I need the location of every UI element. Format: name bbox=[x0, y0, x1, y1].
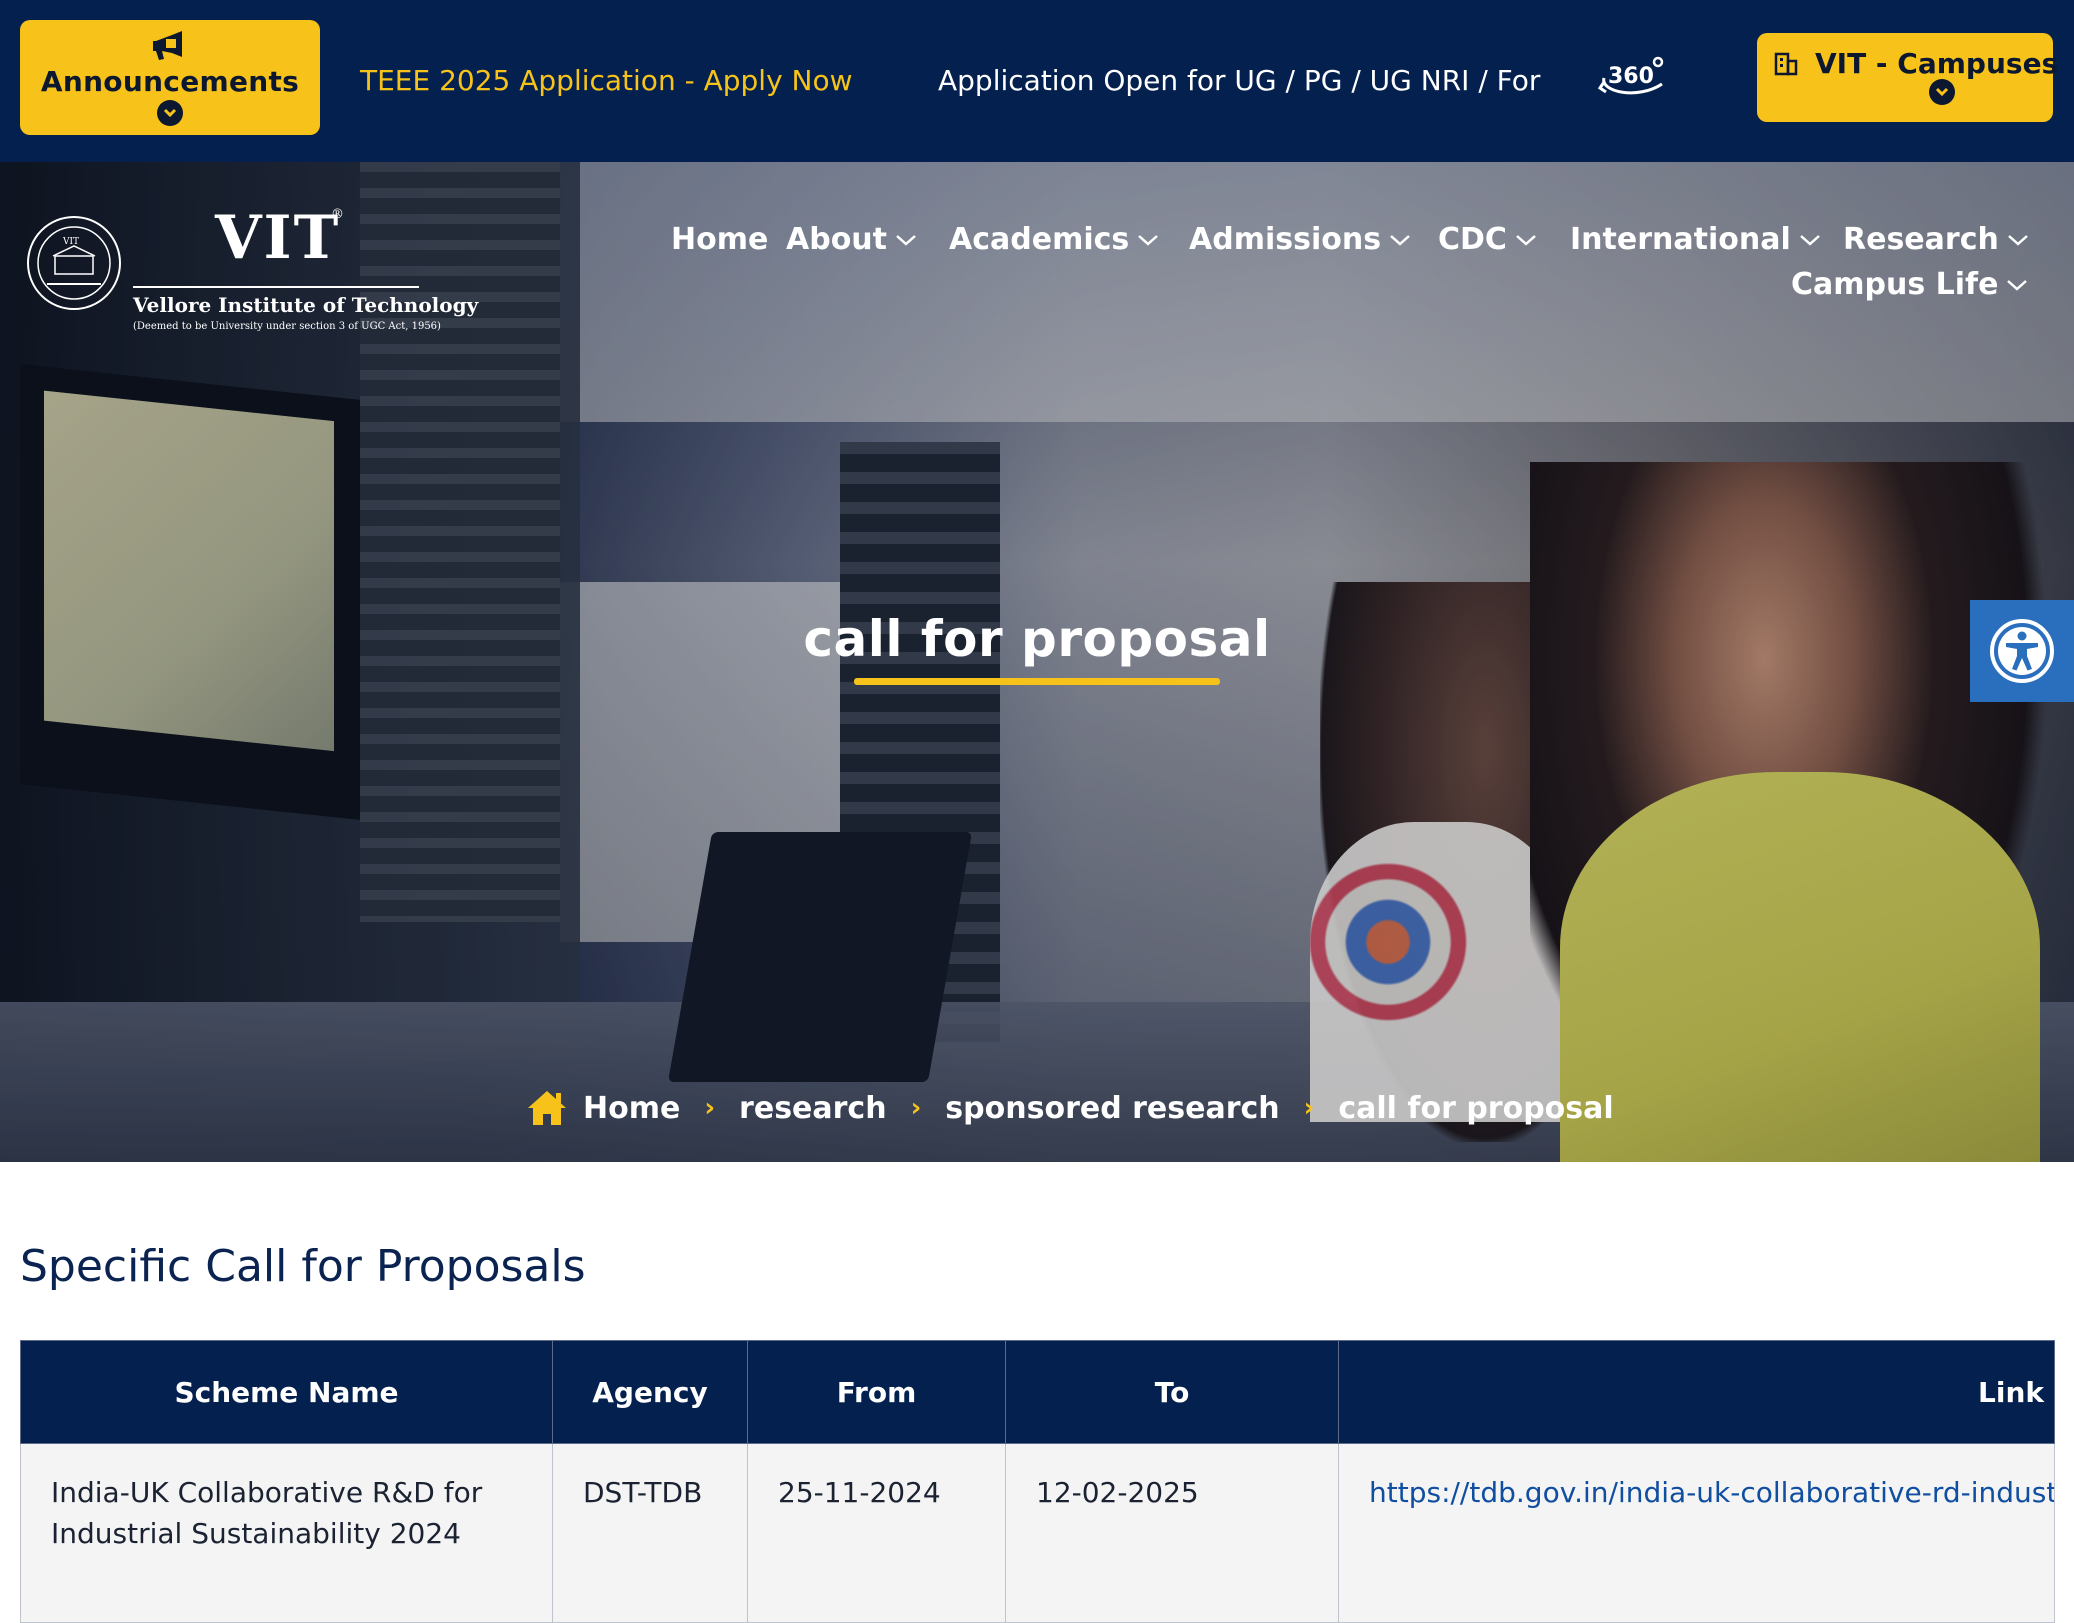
table-row: India-UK Collaborative R&D for Industria… bbox=[20, 1443, 2055, 1623]
nav-label: About bbox=[786, 222, 888, 257]
cell-link: https://tdb.gov.in/india-uk-collaborativ… bbox=[1338, 1443, 2055, 1623]
nav-item-about[interactable]: About bbox=[786, 222, 917, 257]
logo-short-name: VIT bbox=[215, 203, 341, 273]
chevron-down-icon bbox=[1138, 234, 1159, 246]
cell-from-date: 25-11-2024 bbox=[747, 1443, 1006, 1623]
360-view-icon[interactable]: 360 bbox=[1598, 54, 1668, 106]
logo-registered-mark: ® bbox=[331, 207, 344, 222]
scheme-name-line: India-UK Collaborative R&D for bbox=[51, 1476, 483, 1509]
chevron-down-icon bbox=[896, 234, 916, 246]
building-icon bbox=[1774, 52, 1798, 75]
accessibility-button[interactable] bbox=[1970, 600, 2074, 702]
accessibility-icon bbox=[1990, 619, 2054, 683]
cell-to-date: 12-02-2025 bbox=[1005, 1443, 1339, 1623]
column-header-scheme-name: Scheme Name bbox=[20, 1340, 553, 1444]
table-header-row: Scheme Name Agency From To Link bbox=[20, 1340, 2055, 1444]
proposals-table: Scheme Name Agency From To Link India-UK… bbox=[20, 1340, 2055, 1623]
cell-agency: DST-TDB bbox=[552, 1443, 748, 1623]
chevron-down-icon bbox=[2008, 234, 2028, 246]
nav-item-campus-life[interactable]: Campus Life bbox=[1791, 267, 2028, 302]
chevron-down-icon bbox=[2007, 279, 2028, 291]
svg-text:VIT: VIT bbox=[62, 237, 79, 247]
megaphone-icon bbox=[153, 31, 182, 60]
page-title: call for proposal bbox=[803, 610, 1271, 668]
svg-text:360: 360 bbox=[1608, 64, 1654, 89]
breadcrumb-current: call for proposal bbox=[1338, 1090, 1614, 1126]
campuses-label: VIT - Campuses bbox=[1815, 47, 2059, 80]
chevron-right-icon: › bbox=[910, 1093, 922, 1123]
chevron-down-icon bbox=[1929, 79, 1955, 105]
university-seal-icon: VIT bbox=[27, 216, 121, 310]
section-title: Specific Call for Proposals bbox=[20, 1241, 586, 1292]
nav-label: Admissions bbox=[1189, 222, 1382, 257]
nav-item-cdc[interactable]: CDC bbox=[1438, 222, 1537, 257]
logo-divider bbox=[133, 286, 419, 288]
nav-label: Campus Life bbox=[1791, 267, 1999, 302]
nav-item-research[interactable]: Research bbox=[1843, 222, 2029, 257]
breadcrumb: Home › research › sponsored research › c… bbox=[525, 1086, 1614, 1130]
logo-full-name: Vellore Institute of Technology bbox=[133, 293, 479, 317]
column-header-to: To bbox=[1005, 1340, 1339, 1444]
nav-label: Home bbox=[671, 222, 769, 257]
announcements-label: Announcements bbox=[40, 65, 300, 98]
breadcrumb-home[interactable]: Home bbox=[583, 1091, 680, 1126]
proposal-link[interactable]: https://tdb.gov.in/india-uk-collaborativ… bbox=[1369, 1476, 2054, 1509]
ticker-application-open[interactable]: Application Open for UG / PG / UG NRI / … bbox=[938, 64, 1540, 97]
vit-logo[interactable]: VIT VIT ® Vellore Institute of Technolog… bbox=[25, 197, 478, 347]
column-header-from: From bbox=[747, 1340, 1006, 1444]
chevron-right-icon: › bbox=[1303, 1093, 1315, 1123]
home-icon[interactable] bbox=[525, 1088, 569, 1128]
nav-label: CDC bbox=[1438, 222, 1507, 257]
nav-label: Research bbox=[1843, 222, 1999, 257]
chevron-right-icon: › bbox=[704, 1093, 716, 1123]
breadcrumb-sponsored-research[interactable]: sponsored research bbox=[945, 1091, 1279, 1126]
nav-item-home[interactable]: Home bbox=[671, 222, 768, 257]
nav-label: International bbox=[1570, 222, 1791, 257]
nav-item-academics[interactable]: Academics bbox=[949, 222, 1159, 257]
nav-item-international[interactable]: International bbox=[1570, 222, 1821, 257]
cell-scheme-name: India-UK Collaborative R&D for Industria… bbox=[20, 1443, 553, 1623]
column-header-link: Link bbox=[1338, 1340, 2055, 1444]
column-header-agency: Agency bbox=[552, 1340, 748, 1444]
breadcrumb-research[interactable]: research bbox=[739, 1091, 887, 1126]
nav-item-admissions[interactable]: Admissions bbox=[1189, 222, 1411, 257]
nav-label: Academics bbox=[949, 222, 1130, 257]
chevron-down-icon bbox=[1516, 234, 1536, 246]
logo-tagline: (Deemed to be University under section 3… bbox=[133, 321, 441, 332]
title-underline bbox=[854, 678, 1220, 685]
ticker-apply-link[interactable]: TEEE 2025 Application - Apply Now bbox=[360, 64, 853, 97]
chevron-down-icon bbox=[1390, 234, 1410, 246]
top-bar: Announcements TEEE 2025 Application - Ap… bbox=[0, 0, 2074, 162]
chevron-down-icon bbox=[1799, 234, 1820, 246]
announcements-button[interactable]: Announcements bbox=[20, 20, 320, 135]
scheme-name-line: Industrial Sustainability 2024 bbox=[51, 1517, 461, 1550]
vit-campuses-button[interactable]: VIT - Campuses bbox=[1757, 33, 2058, 122]
chevron-down-icon bbox=[157, 100, 183, 126]
